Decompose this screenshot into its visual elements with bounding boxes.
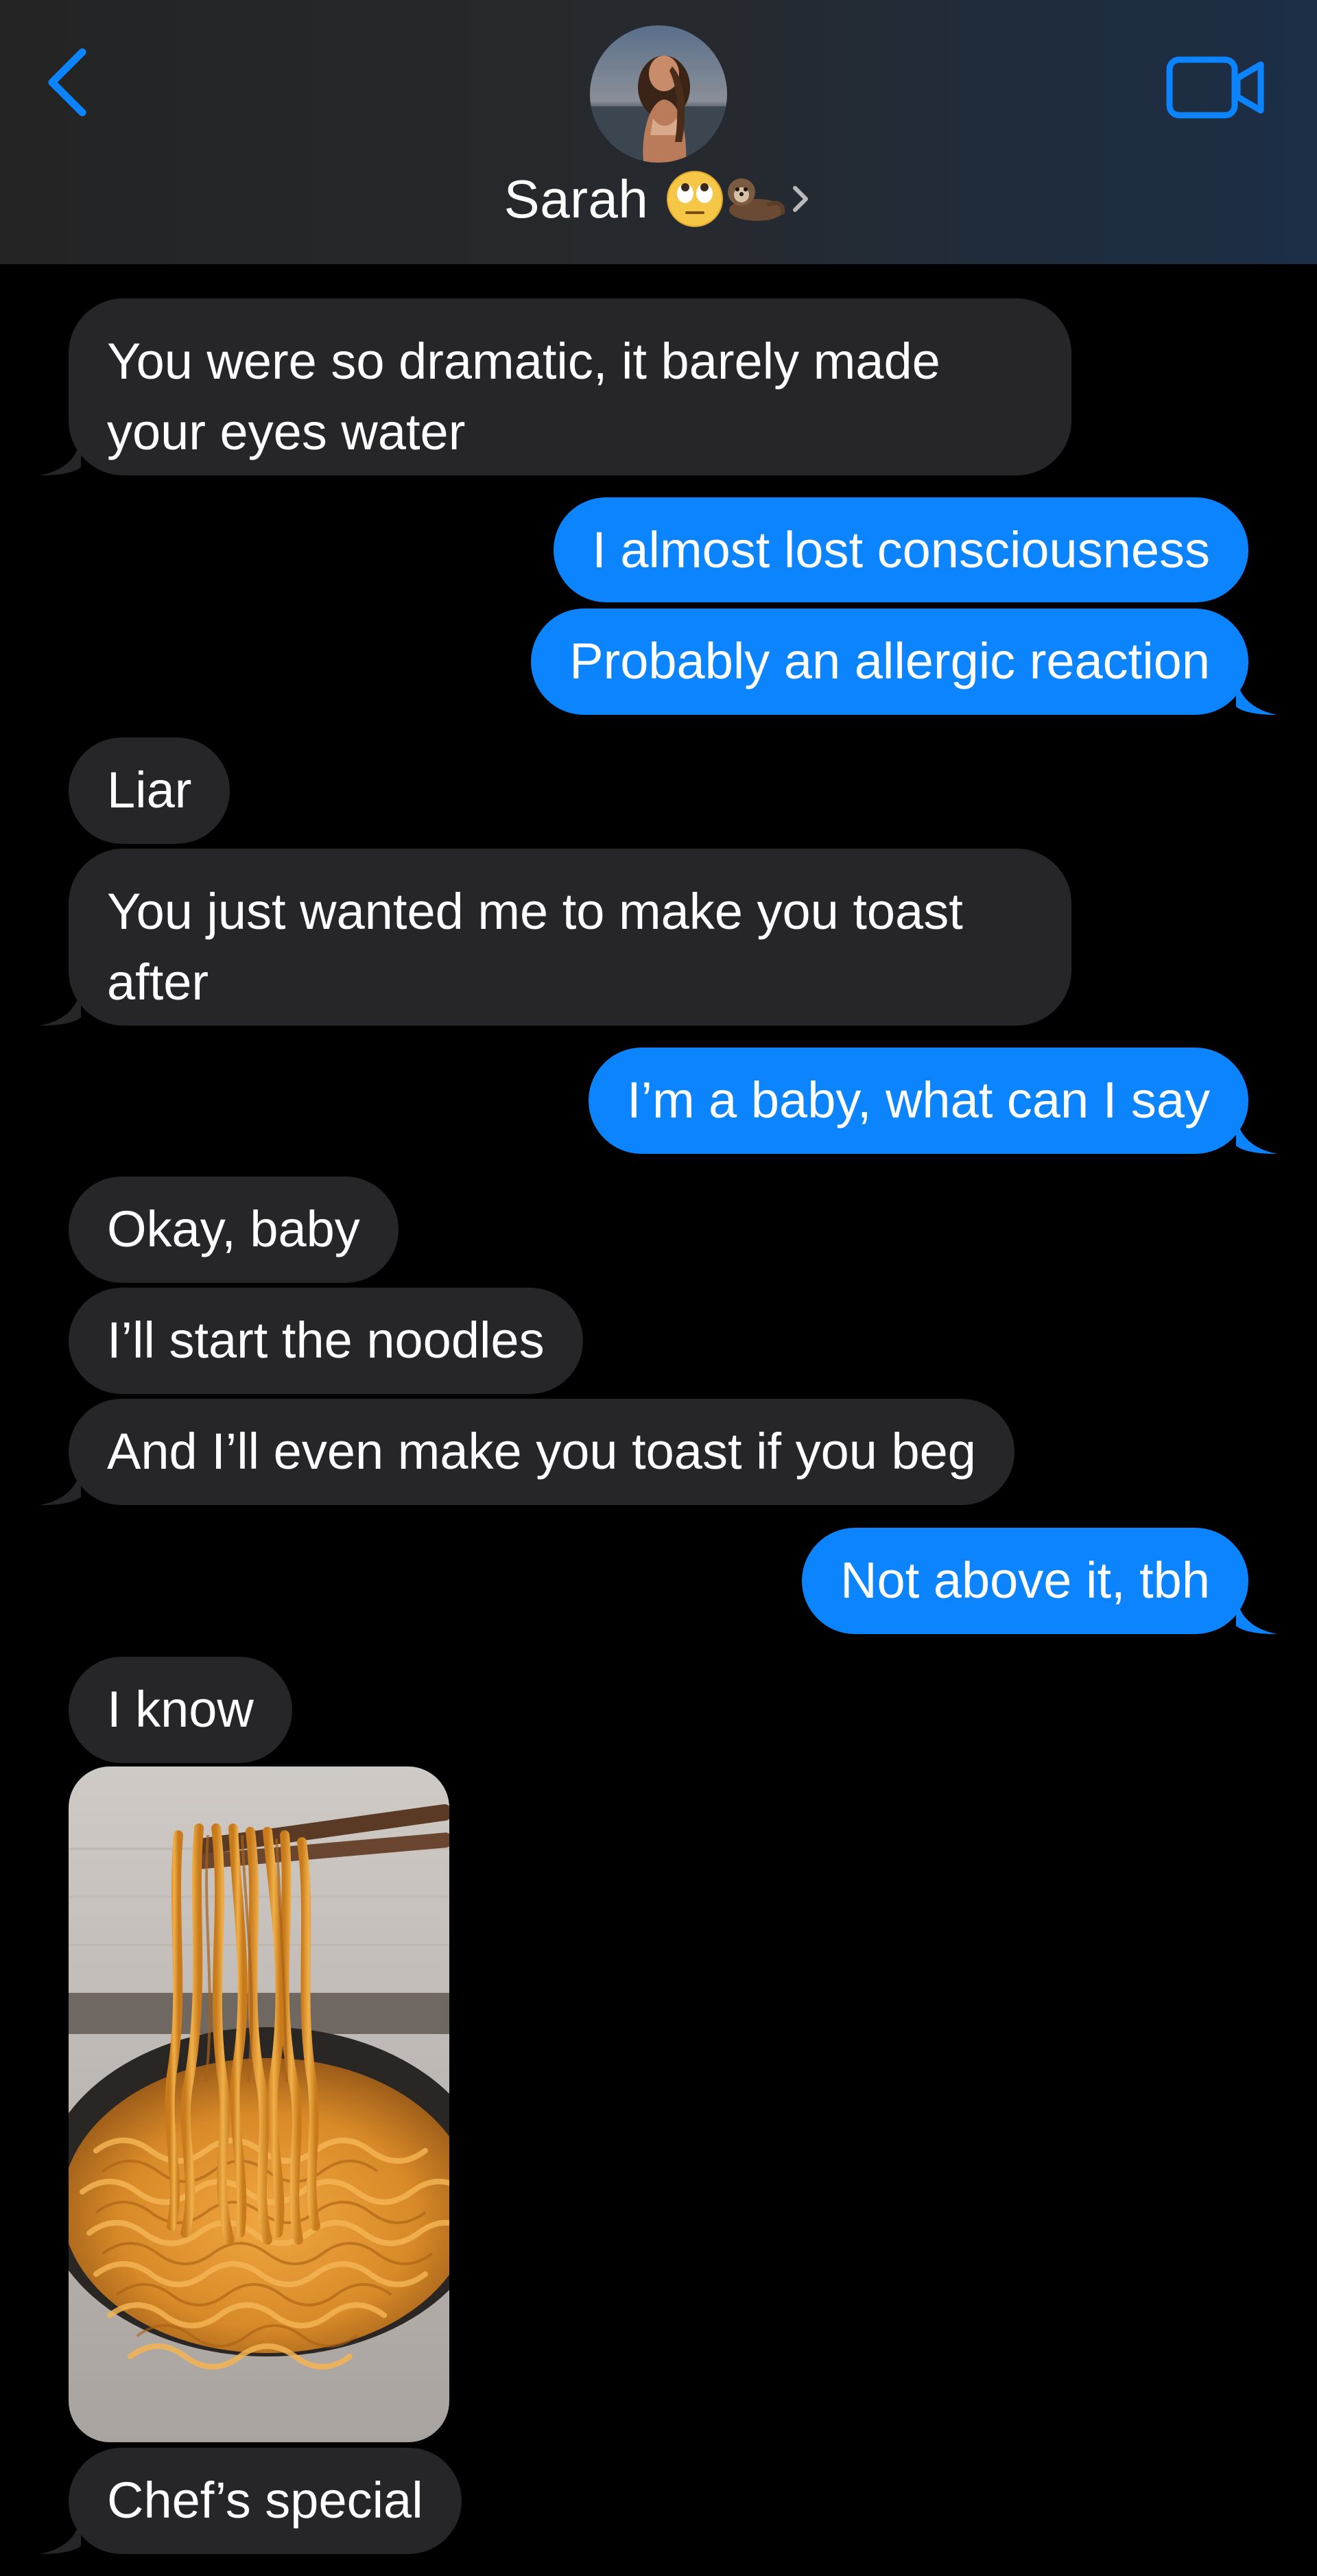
message-bubble-received[interactable]: You just wanted me to make you toast aft… xyxy=(69,849,1071,1026)
chevron-left-icon xyxy=(48,48,86,117)
avatar-photo xyxy=(590,25,727,163)
video-call-button[interactable] xyxy=(1166,55,1266,120)
message-bubble-received[interactable]: And I’ll even make you toast if you beg xyxy=(69,1399,1015,1505)
message-text: Chef’s special xyxy=(107,2472,423,2529)
eye-roll-emoji-icon xyxy=(667,171,724,227)
message-bubble-sent[interactable]: I almost lost consciousness xyxy=(554,497,1248,602)
message-text: I almost lost consciousness xyxy=(592,521,1210,578)
video-camera-icon xyxy=(1166,56,1264,119)
message-text: And I’ll even make you toast if you beg xyxy=(107,1423,976,1480)
message-bubble-received[interactable]: I’ll start the noodles xyxy=(69,1288,583,1394)
message-text: Okay, baby xyxy=(107,1201,360,1257)
contact-name-button[interactable]: Sarah xyxy=(0,165,1317,233)
message-text: Not above it, tbh xyxy=(840,1552,1210,1609)
message-bubble-sent[interactable]: Not above it, tbh xyxy=(802,1528,1248,1634)
message-bubble-received[interactable]: I know xyxy=(69,1657,292,1763)
message-text: Probably an allergic reaction xyxy=(569,633,1210,689)
message-bubble-sent[interactable]: Probably an allergic reaction xyxy=(531,608,1248,715)
message-bubble-sent[interactable]: I’m a baby, what can I say xyxy=(588,1048,1248,1154)
message-text: I’m a baby, what can I say xyxy=(626,1072,1210,1129)
conversation-header: Sarah xyxy=(0,0,1317,264)
message-bubble-received[interactable]: Liar xyxy=(69,737,230,844)
message-thread[interactable]: You were so dramatic, it barely made you… xyxy=(0,264,1317,2576)
message-text: Liar xyxy=(107,761,192,818)
message-bubble-received[interactable]: You were so dramatic, it barely made you… xyxy=(69,298,1071,475)
contact-name: Sarah xyxy=(503,168,649,229)
message-text: You were so dramatic, it barely made you… xyxy=(107,333,940,460)
message-bubble-received[interactable]: Chef’s special xyxy=(69,2448,462,2554)
message-text: I know xyxy=(107,1681,254,1738)
otter-emoji-icon xyxy=(728,178,785,221)
chevron-right-icon xyxy=(793,186,809,212)
message-text: I’ll start the noodles xyxy=(107,1312,545,1369)
noodles-photo xyxy=(69,1766,449,2442)
contact-avatar[interactable] xyxy=(590,25,727,163)
message-bubble-received[interactable]: Okay, baby xyxy=(69,1177,399,1283)
message-text: You just wanted me to make you toast aft… xyxy=(107,883,963,1011)
back-button[interactable] xyxy=(43,43,97,125)
message-photo-noodles[interactable] xyxy=(69,1766,449,2442)
